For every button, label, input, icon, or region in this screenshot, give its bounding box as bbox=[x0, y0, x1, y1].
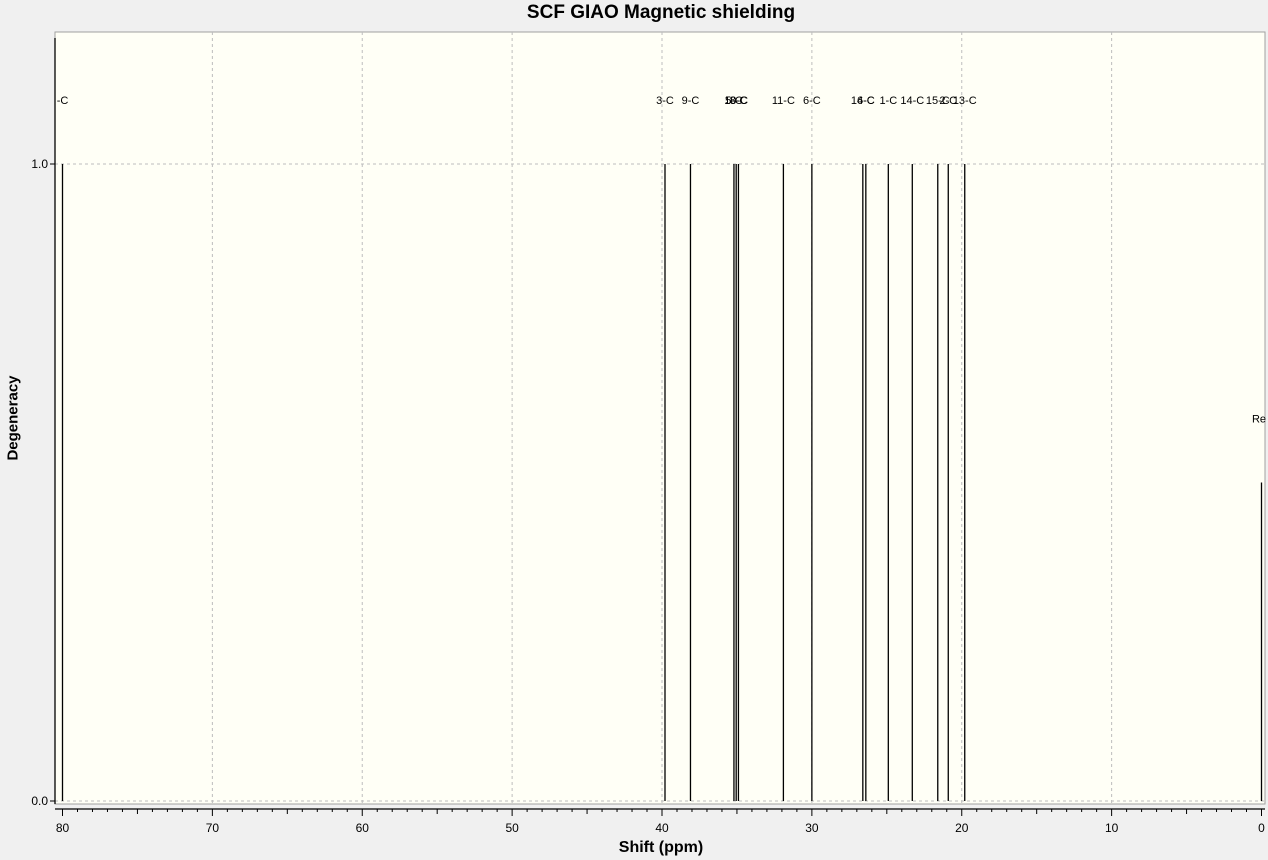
peak-label: 13-C bbox=[953, 95, 977, 107]
x-tick-label: 70 bbox=[206, 821, 220, 835]
peak-label: 3-C bbox=[656, 95, 674, 107]
x-tick-label: 50 bbox=[505, 821, 519, 835]
peak-label: 8-C bbox=[730, 95, 748, 107]
peak-label: 4-C bbox=[857, 95, 875, 107]
y-tick-label: 0.0 bbox=[31, 794, 48, 808]
peak-label: Re bbox=[1252, 414, 1266, 426]
peak-label: 6-C bbox=[803, 95, 821, 107]
x-tick-label: 10 bbox=[1105, 821, 1119, 835]
x-tick-label: 40 bbox=[655, 821, 669, 835]
peak-label: -C bbox=[57, 95, 69, 107]
plot-area: -C 3-C 9-C 5-C10-C8-C 11-C 6-C 16-C4-C 1-C 14-C 1… bbox=[31, 31, 1266, 835]
x-tick-label: 20 bbox=[955, 821, 969, 835]
peak-label: 14-C bbox=[900, 95, 924, 107]
peak-label: 9-C bbox=[682, 95, 700, 107]
x-tick-label: 80 bbox=[56, 821, 70, 835]
x-axis-ticks: 80 70 60 50 40 30 20 10 0 bbox=[56, 809, 1265, 835]
x-tick-label: 30 bbox=[805, 821, 819, 835]
peak-label: 1-C bbox=[879, 95, 897, 107]
plot-background bbox=[54, 31, 1266, 805]
x-tick-label: 60 bbox=[356, 821, 370, 835]
y-tick-label: 1.0 bbox=[31, 157, 48, 171]
peak-label: 11-C bbox=[772, 95, 795, 107]
x-tick-label: 0 bbox=[1258, 821, 1265, 835]
y-axis-ticks: 0.0 1.0 bbox=[31, 157, 55, 808]
